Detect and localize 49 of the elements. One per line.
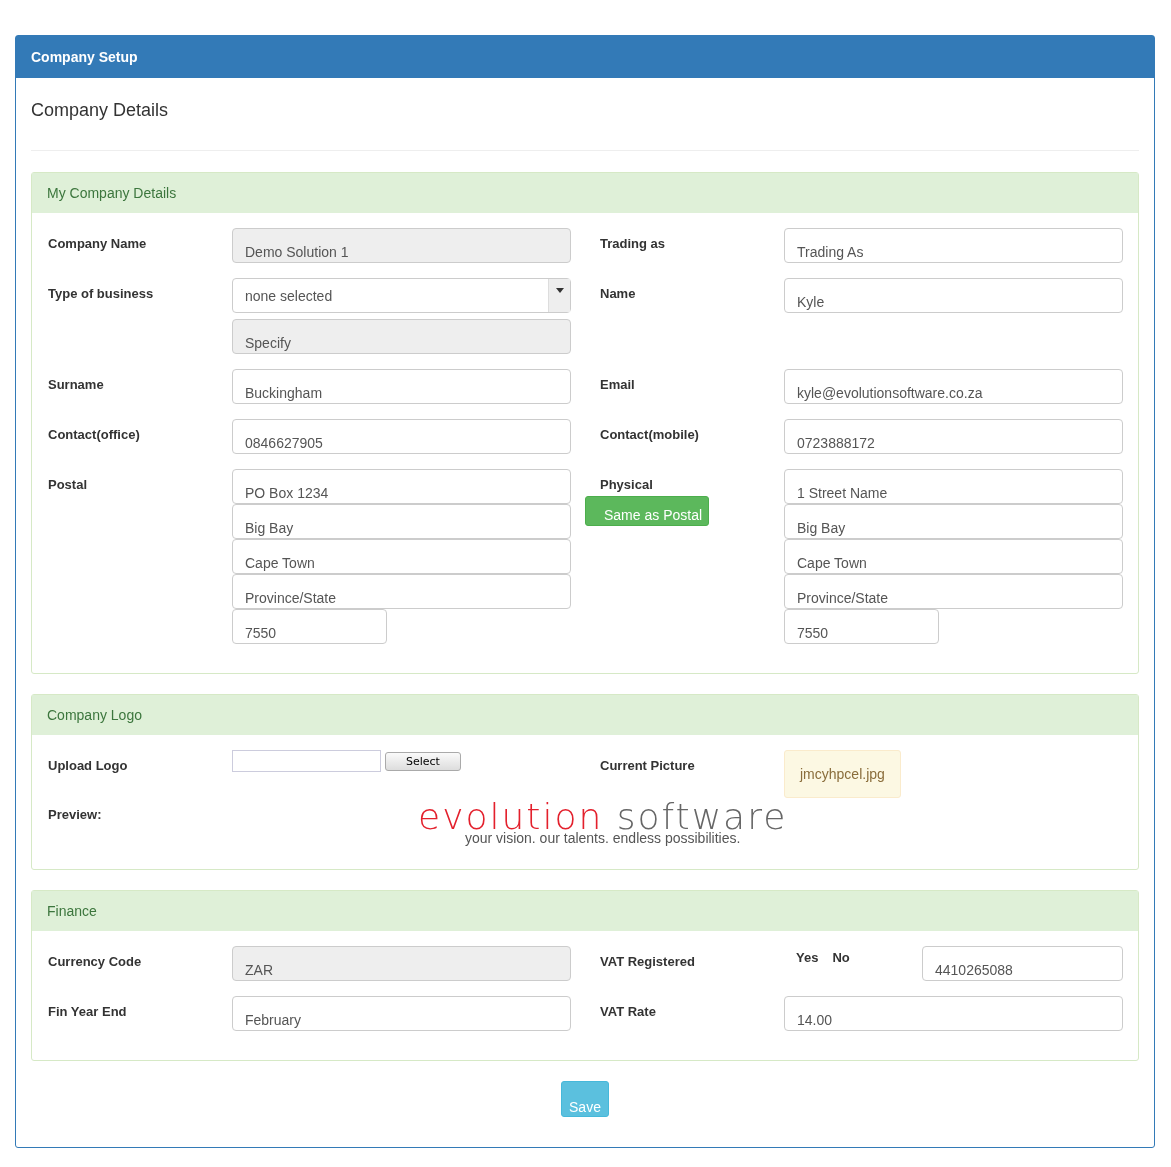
panel-header: Company Setup	[16, 36, 1154, 78]
dropdown[interactable]: none selected	[232, 278, 571, 313]
input-field[interactable]: 14.00	[784, 996, 1123, 1031]
section-header: My Company Details	[32, 173, 1138, 213]
input-field[interactable]: Big Bay	[784, 504, 1123, 539]
input-field[interactable]: 0846627905	[232, 419, 571, 454]
input-field[interactable]: Big Bay	[232, 504, 571, 539]
input-field[interactable]: 0723888172	[784, 419, 1123, 454]
field-label: Fin Year End	[48, 1004, 127, 1019]
field-label: Company Name	[48, 236, 147, 251]
field-label: Type of business	[48, 286, 154, 301]
field-label: Postal	[48, 477, 87, 492]
field-label: Contact(office)	[48, 427, 140, 442]
field-label: Contact(mobile)	[600, 427, 699, 442]
company-logo: evolution software your vision. our talents. endless possibilities.	[418, 799, 788, 845]
input-field[interactable]: Province/State	[784, 574, 1123, 609]
caret-icon	[555, 288, 564, 293]
input-field[interactable]: Cape Town	[232, 539, 571, 574]
field-label: Current Picture	[600, 758, 695, 773]
field-label: Name	[600, 286, 636, 301]
input-field[interactable]: Province/State	[232, 574, 571, 609]
section-header: Company Logo	[32, 695, 1138, 735]
field-label: VAT Rate	[600, 1004, 656, 1019]
section-header: Finance	[32, 891, 1138, 931]
input-field[interactable]: 7550	[232, 609, 387, 644]
input-field[interactable]: Trading As	[784, 228, 1123, 263]
input-field[interactable]: kyle@evolutionsoftware.co.za	[784, 369, 1123, 404]
select-button[interactable]: Select	[385, 751, 461, 771]
input-field[interactable]: PO Box 1234	[232, 469, 571, 504]
field-label: Preview:	[48, 806, 103, 822]
input-field[interactable]: Buckingham	[232, 369, 571, 404]
input-field[interactable]: 7550	[784, 609, 939, 644]
option-label[interactable]: Yes	[796, 950, 819, 965]
field-label: Trading as	[600, 236, 666, 251]
input-field[interactable]: February	[232, 996, 571, 1031]
input-field[interactable]: Cape Town	[784, 539, 1123, 574]
field-label: Currency Code	[48, 954, 142, 969]
file-path-field[interactable]	[232, 750, 381, 772]
file-name-badge: jmcyhpcel.jpg	[784, 750, 901, 798]
field-label: VAT Registered	[600, 954, 695, 969]
field-label: Physical	[600, 477, 653, 492]
input-field[interactable]: 1 Street Name	[784, 469, 1123, 504]
field-label: Email	[600, 377, 635, 392]
option-label[interactable]: No	[832, 950, 850, 965]
input-field[interactable]: 4410265088	[922, 946, 1123, 981]
field-label: Upload Logo	[48, 758, 128, 773]
input-field[interactable]: Kyle	[784, 278, 1123, 313]
page-title: Company Details	[31, 100, 170, 121]
field-label: Surname	[48, 377, 104, 392]
